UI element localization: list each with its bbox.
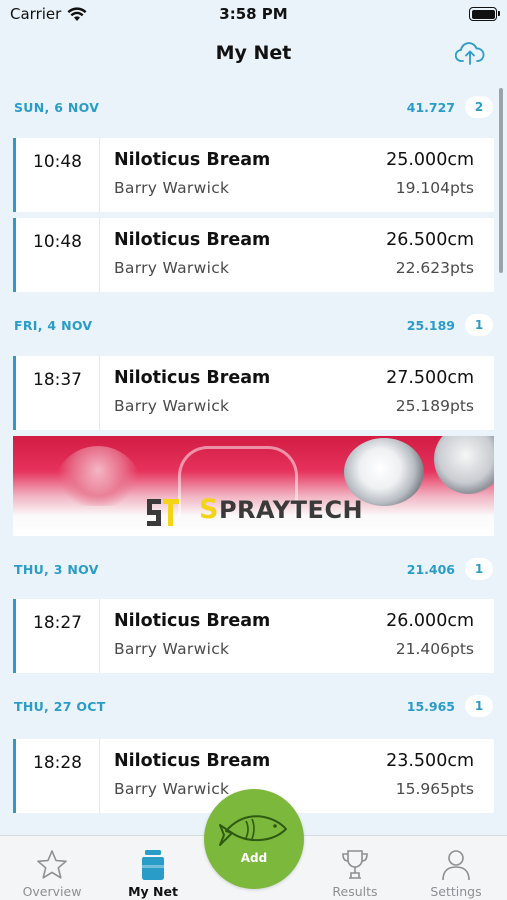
cloud-upload-icon[interactable] [455, 40, 485, 66]
catch-time: 10:48 [16, 218, 100, 292]
section-date: THU, 3 NOV [14, 561, 99, 577]
catch-species: Niloticus Bream [114, 150, 271, 170]
catch-row[interactable]: 18:37 Niloticus Bream 27.500cm Barry War… [13, 356, 494, 430]
catch-angler: Barry Warwick [114, 259, 230, 277]
catch-length: 23.500cm [386, 751, 474, 771]
catch-time: 10:48 [16, 138, 100, 212]
catch-angler: Barry Warwick [114, 780, 230, 798]
section-count-badge: 1 [465, 695, 493, 717]
catch-angler: Barry Warwick [114, 397, 230, 415]
catch-length: 27.500cm [386, 368, 474, 388]
catch-length: 26.000cm [386, 611, 474, 631]
catch-length: 26.500cm [386, 230, 474, 250]
catch-points: 25.189pts [395, 397, 474, 415]
section-total: 21.406 [406, 561, 455, 577]
section-count-badge: 2 [465, 96, 493, 118]
person-icon [442, 850, 470, 881]
spraytech-logo-icon [147, 499, 179, 526]
trophy-icon [342, 850, 368, 879]
catch-angler: Barry Warwick [114, 179, 230, 197]
catch-species: Niloticus Bream [114, 368, 271, 388]
carrier-label: Carrier [10, 5, 62, 23]
section-count-badge: 1 [465, 314, 493, 336]
catch-species: Niloticus Bream [114, 751, 271, 771]
catch-time: 18:27 [16, 599, 100, 673]
fish-icon [219, 815, 287, 846]
section-date: FRI, 4 NOV [14, 317, 93, 333]
section-date: SUN, 6 NOV [14, 99, 100, 115]
wifi-icon [67, 6, 87, 21]
status-left: Carrier [10, 5, 87, 23]
tab-overview[interactable]: Overview [4, 836, 100, 900]
section-date: THU, 27 OCT [14, 698, 106, 714]
section-header: THU, 3 NOV 21.406 1 [0, 550, 507, 588]
nav-bar: My Net [0, 28, 507, 78]
jar-icon [142, 850, 164, 880]
catch-points: 15.965pts [395, 780, 474, 798]
tab-settings[interactable]: Settings [408, 836, 504, 900]
catch-points: 21.406pts [395, 640, 474, 658]
section-total: 41.727 [406, 99, 455, 115]
catch-row[interactable]: 10:48 Niloticus Bream 26.500cm Barry War… [13, 218, 494, 292]
car-image [53, 446, 143, 506]
section-header: SUN, 6 NOV 41.727 2 [0, 88, 507, 126]
catch-row[interactable]: 10:48 Niloticus Bream 25.000cm Barry War… [13, 138, 494, 212]
page-title: My Net [215, 42, 292, 64]
catch-points: 19.104pts [395, 179, 474, 197]
tab-mynet[interactable]: My Net [105, 836, 201, 900]
section-header: FRI, 4 NOV 25.189 1 [0, 306, 507, 344]
battery-icon [469, 7, 500, 21]
section-header: THU, 27 OCT 15.965 1 [0, 687, 507, 725]
section-total: 15.965 [406, 698, 455, 714]
add-catch-button[interactable]: Add [204, 789, 304, 889]
catch-time: 18:28 [16, 739, 100, 813]
catch-length: 25.000cm [386, 150, 474, 170]
catch-points: 22.623pts [395, 259, 474, 277]
section-count-badge: 1 [465, 558, 493, 580]
catch-row[interactable]: 18:27 Niloticus Bream 26.000cm Barry War… [13, 599, 494, 673]
catch-angler: Barry Warwick [114, 640, 230, 658]
tab-results[interactable]: Results [307, 836, 403, 900]
catch-time: 18:37 [16, 356, 100, 430]
ad-banner[interactable]: SPRAYTECH [13, 436, 494, 536]
section-total: 25.189 [406, 317, 455, 333]
catch-species: Niloticus Bream [114, 611, 271, 631]
star-icon [37, 850, 67, 879]
catch-species: Niloticus Bream [114, 230, 271, 250]
catch-list: SUN, 6 NOV 41.727 2 10:48 Niloticus Brea… [0, 88, 507, 813]
ad-brand-text: SPRAYTECH [199, 494, 364, 525]
add-label: Add [240, 851, 268, 865]
status-bar: Carrier 3:58 PM [0, 0, 507, 28]
